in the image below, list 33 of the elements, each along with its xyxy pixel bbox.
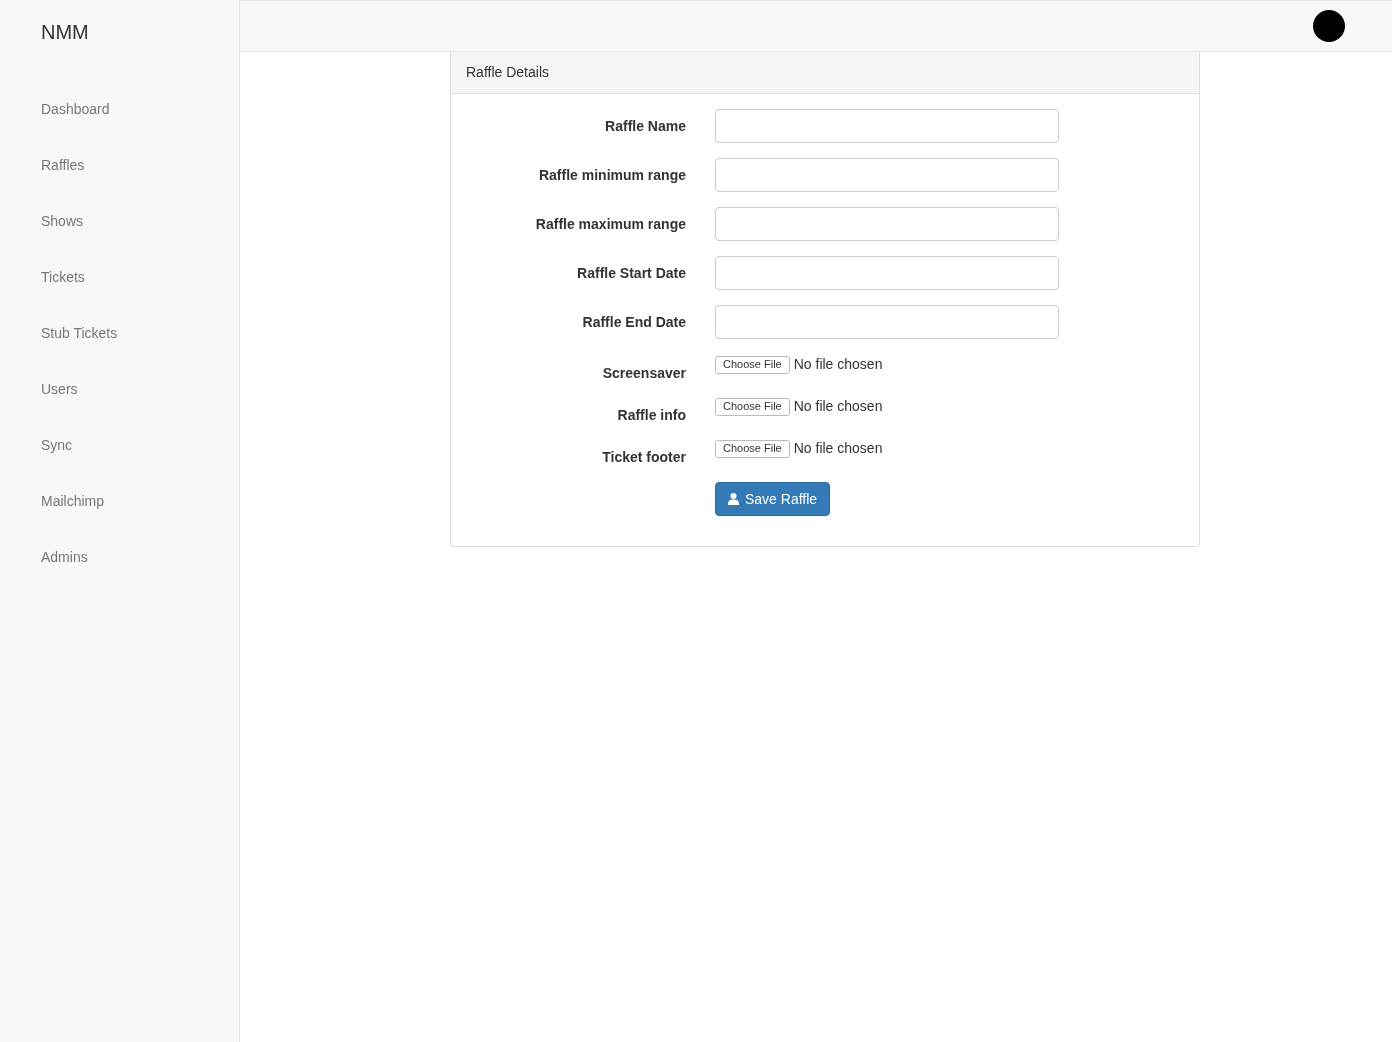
panel-title: Raffle Details — [466, 63, 549, 82]
sidebar-item[interactable]: Raffles — [0, 137, 239, 193]
save-raffle-button[interactable]: Save Raffle — [715, 482, 831, 516]
input-field[interactable] — [715, 207, 1059, 241]
avatar-icon[interactable] — [1313, 10, 1345, 42]
field-label: Raffle Start Date — [576, 263, 686, 283]
field-label: Raffle minimum range — [537, 165, 686, 185]
sidebar-item[interactable]: Shows — [0, 193, 239, 249]
sidebar-item[interactable]: Users — [0, 361, 239, 417]
input-field[interactable] — [715, 109, 1059, 143]
input-field[interactable] — [715, 305, 1059, 339]
file-status: No file chosen — [793, 355, 883, 374]
input-field[interactable] — [715, 256, 1059, 290]
choose-file-button[interactable]: Choose File — [715, 439, 790, 458]
field-label: Raffle info — [616, 406, 686, 425]
sidebar-item[interactable]: Tickets — [0, 249, 239, 305]
brand-title: NMM — [41, 20, 89, 45]
file-status: No file chosen — [793, 439, 883, 458]
sidebar-item[interactable]: Admins — [0, 529, 239, 585]
field-label: Raffle End Date — [581, 312, 686, 332]
choose-file-button[interactable]: Choose File — [715, 397, 790, 416]
field-label: Raffle maximum range — [534, 214, 686, 234]
sidebar-item[interactable]: Stub Tickets — [0, 305, 239, 361]
input-field[interactable] — [715, 158, 1059, 192]
field-label: Screensaver — [601, 364, 686, 383]
sidebar-item[interactable]: Mailchimp — [0, 473, 239, 529]
sidebar-item[interactable]: Sync — [0, 417, 239, 473]
file-status: No file chosen — [793, 397, 883, 416]
sidebar-item[interactable]: Dashboard — [0, 81, 239, 137]
choose-file-button[interactable]: Choose File — [715, 355, 790, 374]
user-icon — [728, 493, 739, 505]
field-label: Ticket footer — [601, 448, 686, 467]
field-label: Raffle Name — [604, 116, 686, 136]
